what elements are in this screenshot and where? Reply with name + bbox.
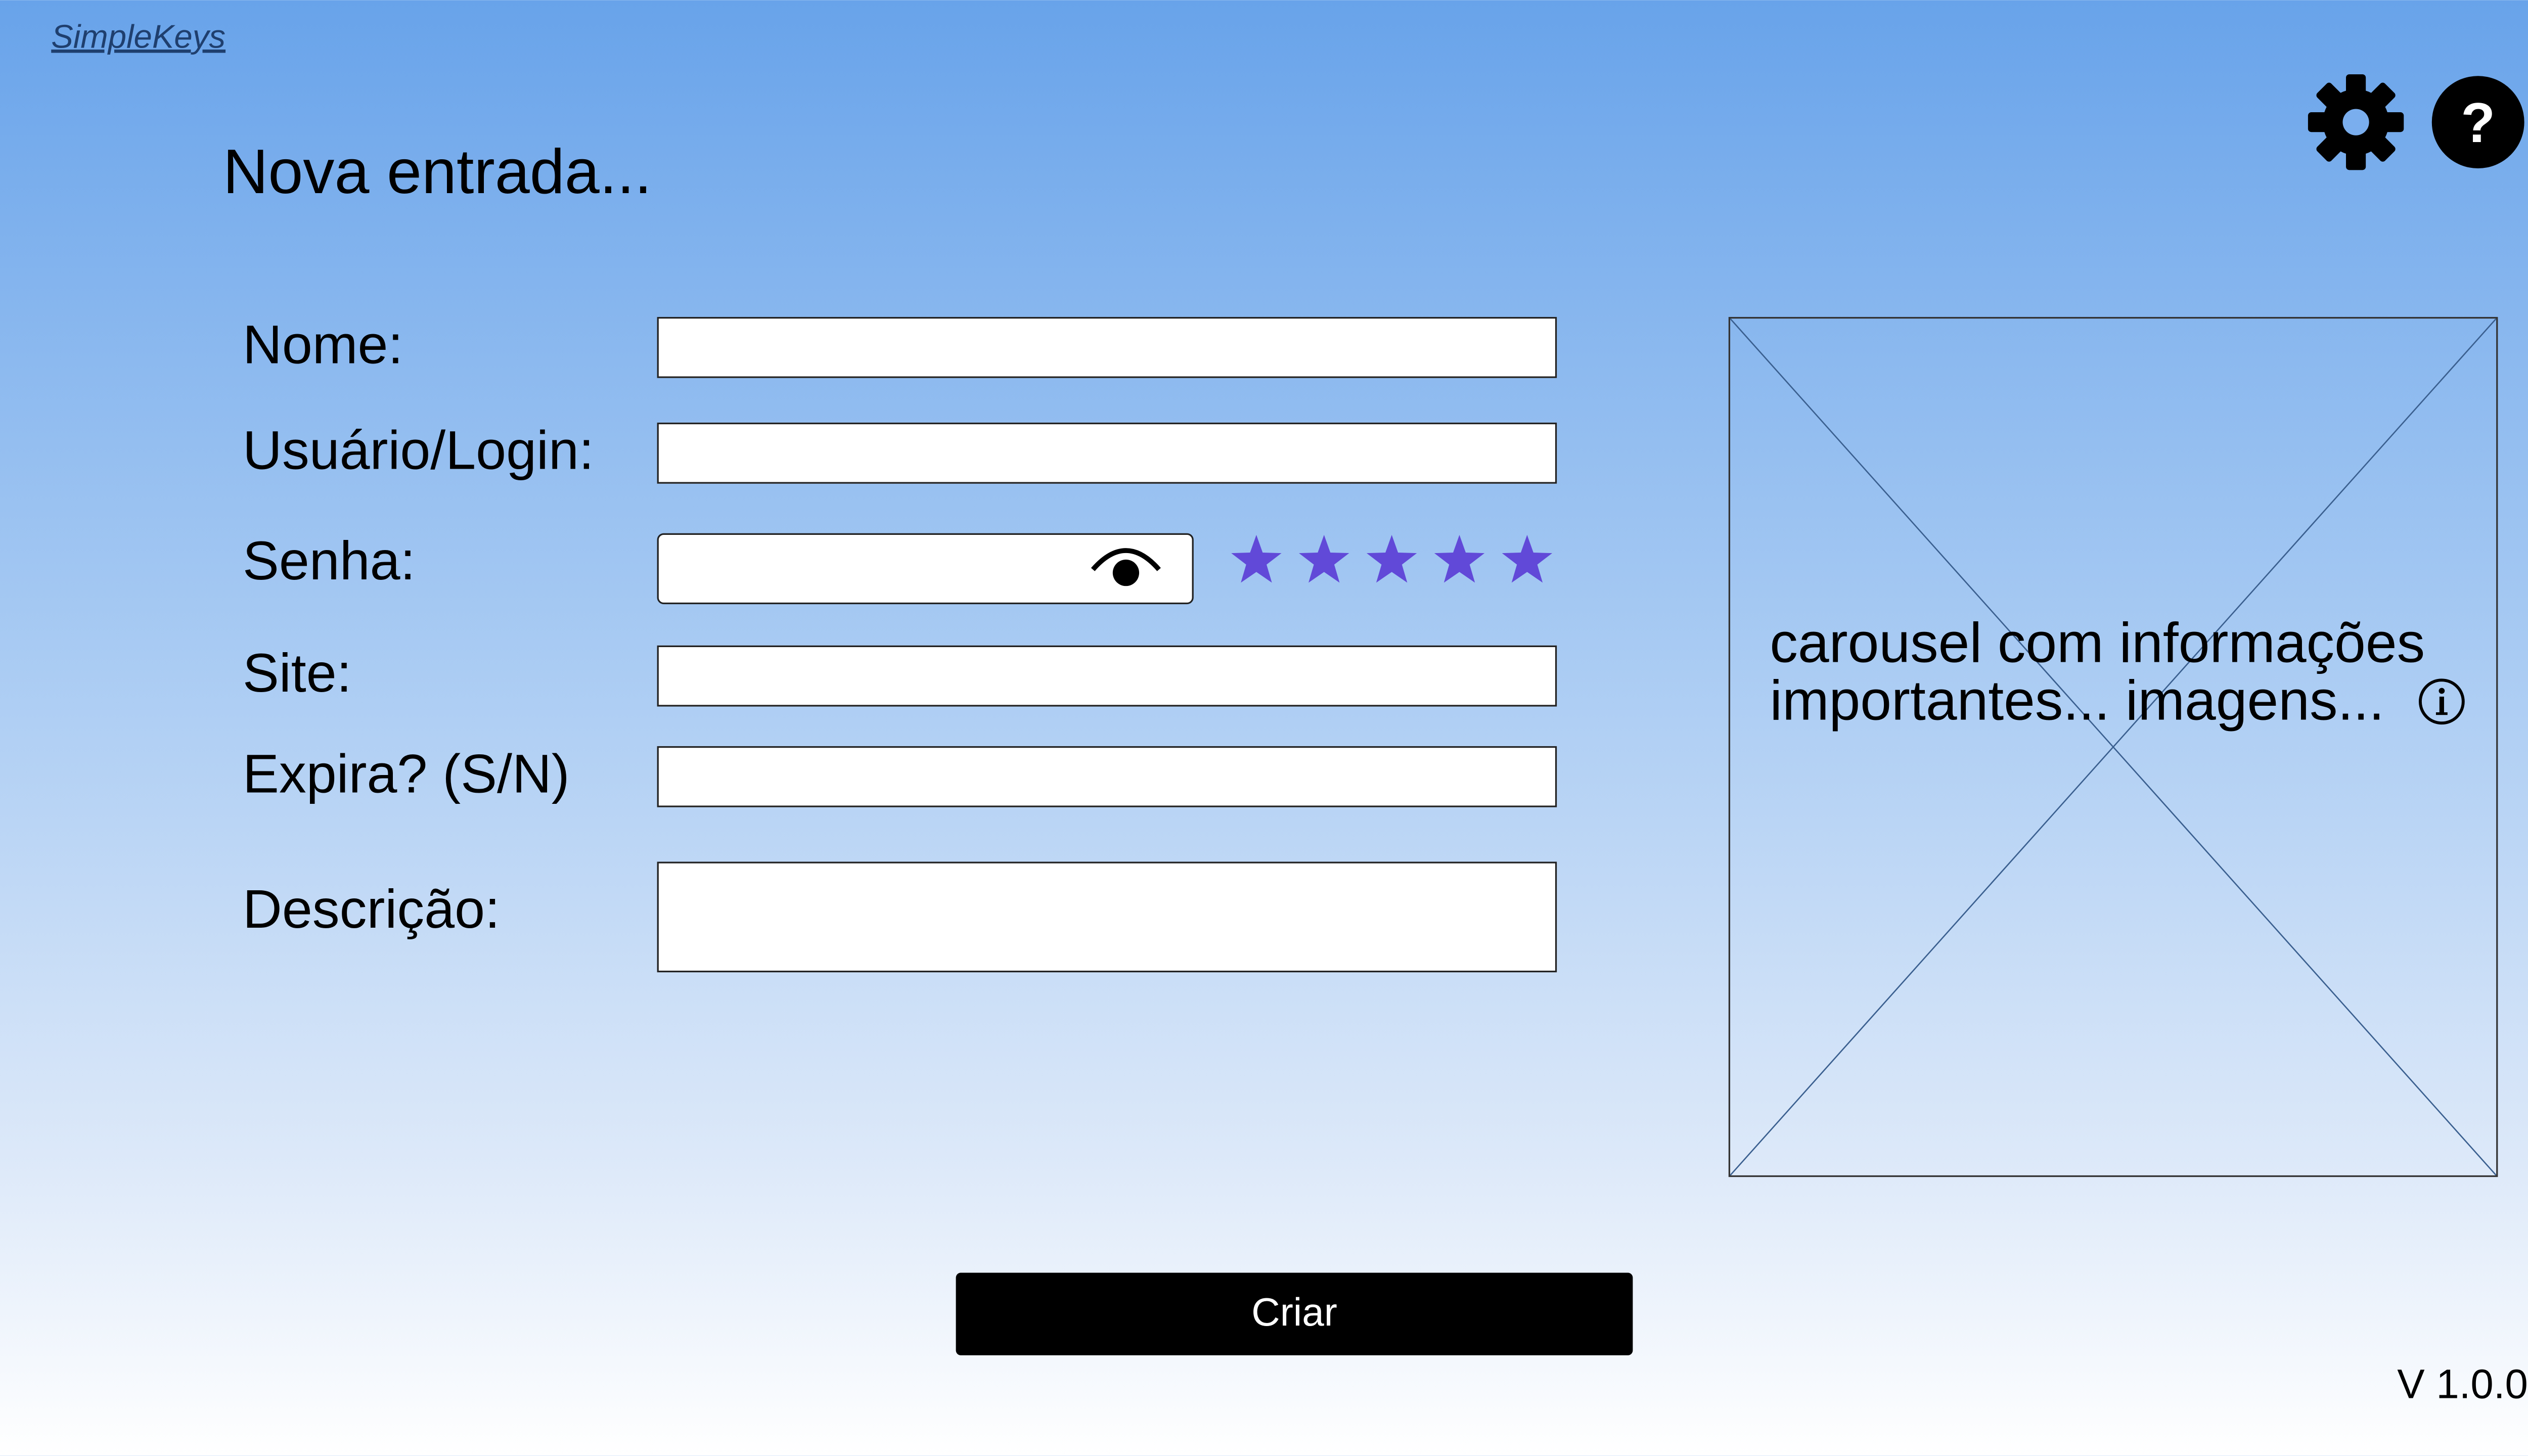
descricao-input[interactable] bbox=[657, 861, 1557, 973]
star-icon bbox=[1366, 534, 1417, 583]
help-icon[interactable]: ? bbox=[2430, 74, 2526, 170]
page-title: Nova entrada... bbox=[222, 139, 652, 208]
star-icon bbox=[1434, 534, 1485, 583]
star-icon bbox=[1231, 534, 1282, 583]
usuario-label: Usuário/Login: bbox=[242, 419, 594, 481]
nome-label: Nome: bbox=[242, 313, 403, 375]
star-icon bbox=[1299, 534, 1349, 583]
svg-text:?: ? bbox=[2461, 91, 2495, 154]
info-icon[interactable] bbox=[2417, 677, 2466, 726]
star-icon bbox=[1502, 534, 1553, 583]
site-label: Site: bbox=[242, 642, 352, 704]
version-label: V 1.0.0 bbox=[2397, 1361, 2528, 1408]
brand-link[interactable]: SimpleKeys bbox=[51, 20, 225, 58]
eye-icon[interactable] bbox=[1090, 541, 1162, 591]
expira-input[interactable] bbox=[657, 746, 1557, 807]
carousel-text: carousel com informações importantes... … bbox=[1770, 612, 2425, 733]
app-window: SimpleKeys ? Nova entrada... Nome: Usuár… bbox=[0, 0, 2528, 1456]
nome-input[interactable] bbox=[657, 316, 1557, 378]
gear-icon[interactable] bbox=[2307, 73, 2406, 172]
site-input[interactable] bbox=[657, 645, 1557, 707]
carousel-placeholder[interactable] bbox=[1728, 316, 2498, 1177]
criar-button[interactable]: Criar bbox=[956, 1272, 1633, 1355]
descricao-label: Descrição: bbox=[242, 878, 501, 939]
password-strength bbox=[1228, 531, 1558, 598]
usuario-input[interactable] bbox=[657, 422, 1557, 484]
senha-label: Senha: bbox=[242, 530, 416, 591]
expira-label: Expira? (S/N) bbox=[242, 743, 570, 804]
